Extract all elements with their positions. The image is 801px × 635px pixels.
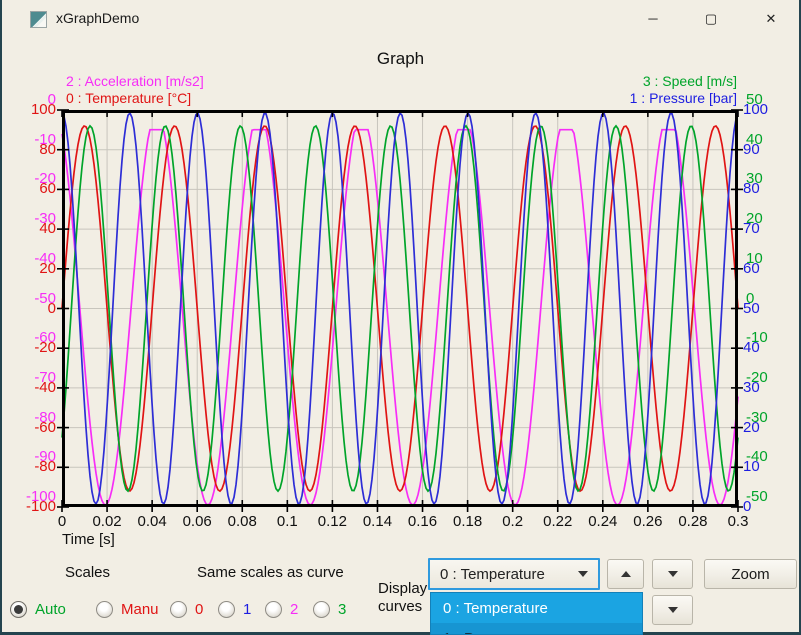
axis-tick-label: 0.1 [276,513,298,530]
axis-tick-label: 0.22 [543,513,573,530]
minimize-button[interactable]: ─ [630,0,676,38]
window-title: xGraphDemo [56,10,140,26]
titlebar: xGraphDemo ─ ▢ ✕ [0,0,801,38]
display-curves-combobox[interactable]: 0 : Temperature [428,558,600,590]
axis-tick-label: 0.12 [317,513,347,530]
x-axis-title: Time [s] [62,531,115,548]
curve-down-button[interactable] [652,559,693,589]
plot-area [57,109,743,512]
axis-tick-label: 0.26 [633,513,663,530]
axis-tick-label: -20 [746,368,768,386]
radio-unselected-icon [313,600,330,618]
same-scales-group-label: Same scales as curve [197,564,344,581]
axis-tick-label: 0.04 [137,513,167,530]
radio-label: Auto [35,600,66,618]
axis-tick-label: 0 [47,299,56,317]
display-curves-label: Display curves [378,580,428,615]
radio-label: 0 [195,600,204,618]
axis-tick-label: -30 [746,408,768,426]
axis-tick-label: 0.18 [452,513,483,530]
chart-title: Graph [376,49,425,68]
arrow-up-icon [620,571,631,577]
axis-tick-label: 0.16 [407,513,438,530]
legend-temperature: 0 : Temperature [°C] [66,90,192,106]
dropdown-item[interactable]: 1 : Pressure [431,623,642,635]
radio-unselected-icon [265,600,282,618]
radio-selected-icon [10,600,27,618]
arrow-down-icon [667,607,678,613]
close-button[interactable]: ✕ [748,0,794,38]
axis-tick-label: -40 [746,448,768,466]
axis-tick-label: 30 [746,170,763,188]
legend-speed: 3 : Speed [m/s] [642,73,737,89]
radio-label: 2 [290,600,299,618]
radio-unselected-icon [170,600,187,618]
radio-auto[interactable]: Auto [10,599,66,619]
radio-2[interactable]: 2 [265,599,298,619]
axis-tick-label: -80 [34,458,56,476]
secondary-down-button[interactable] [652,595,693,625]
axis-tick-label: -50 [746,488,768,505]
axis-tick-label: 0.3 [727,513,749,530]
app-window: xGraphDemo ─ ▢ ✕ Graph 2 : Acceleration … [0,0,801,635]
legend-acceleration: 2 : Acceleration [m/s2] [66,73,204,89]
axis-tick-label: 0 [746,289,755,307]
app-icon [30,11,47,28]
axis-tick-label: 100 [30,101,56,118]
axis-tick-label: -20 [34,339,56,357]
axis-tick-label: 0.08 [227,513,257,530]
axis-tick-label: -10 [746,329,768,347]
combobox-dropdown-list: 0 : Temperature1 : Pressure [430,592,643,635]
radio-1[interactable]: 1 [218,599,251,619]
close-icon: ✕ [765,11,777,26]
axis-tick-label: 60 [39,180,56,198]
maximize-button[interactable]: ▢ [688,0,734,38]
axis-tick-label: 0 [57,513,67,530]
combobox-value: 0 : Temperature [440,565,545,583]
axis-tick-label: 0.24 [588,513,618,530]
window-border-left [0,0,2,635]
radio-0[interactable]: 0 [170,599,203,619]
scales-group-label: Scales [65,564,111,581]
radio-manu[interactable]: Manu [96,599,159,619]
axis-tick-label: 50 [746,91,763,108]
axis-tick-label: 0.2 [502,513,524,530]
radio-label: 3 [338,600,347,618]
radio-label: 1 [243,600,252,618]
axis-tick-label: 20 [39,259,56,277]
legend-pressure: 1 : Pressure [bar] [629,90,737,106]
axis-tick-label: 0.14 [362,513,393,530]
maximize-icon: ▢ [704,11,718,26]
axis-tick-label: 40 [39,220,56,238]
axis-tick-label: -60 [34,418,56,436]
radio-unselected-icon [96,600,113,618]
radio-label: Manu [121,600,159,618]
axis-tick-label: 20 [746,210,763,228]
axis-tick-label: 0.06 [182,513,212,530]
dropdown-item[interactable]: 0 : Temperature [431,593,642,623]
arrow-down-icon [667,571,678,577]
axis-tick-label: -40 [34,378,56,396]
axis-tick-label: 40 [746,130,763,148]
chevron-down-icon [578,571,588,577]
radio-3[interactable]: 3 [313,599,346,619]
axis-tick-label: 10 [746,249,763,267]
minimize-icon: ─ [648,11,658,26]
axis-tick-label: 0.28 [678,513,708,530]
axis-tick-label: 0.02 [92,513,122,530]
zoom-button[interactable]: Zoom [704,559,797,589]
radio-unselected-icon [218,600,235,618]
axis-tick-label: 80 [39,140,56,158]
curve-up-button[interactable] [607,559,644,589]
